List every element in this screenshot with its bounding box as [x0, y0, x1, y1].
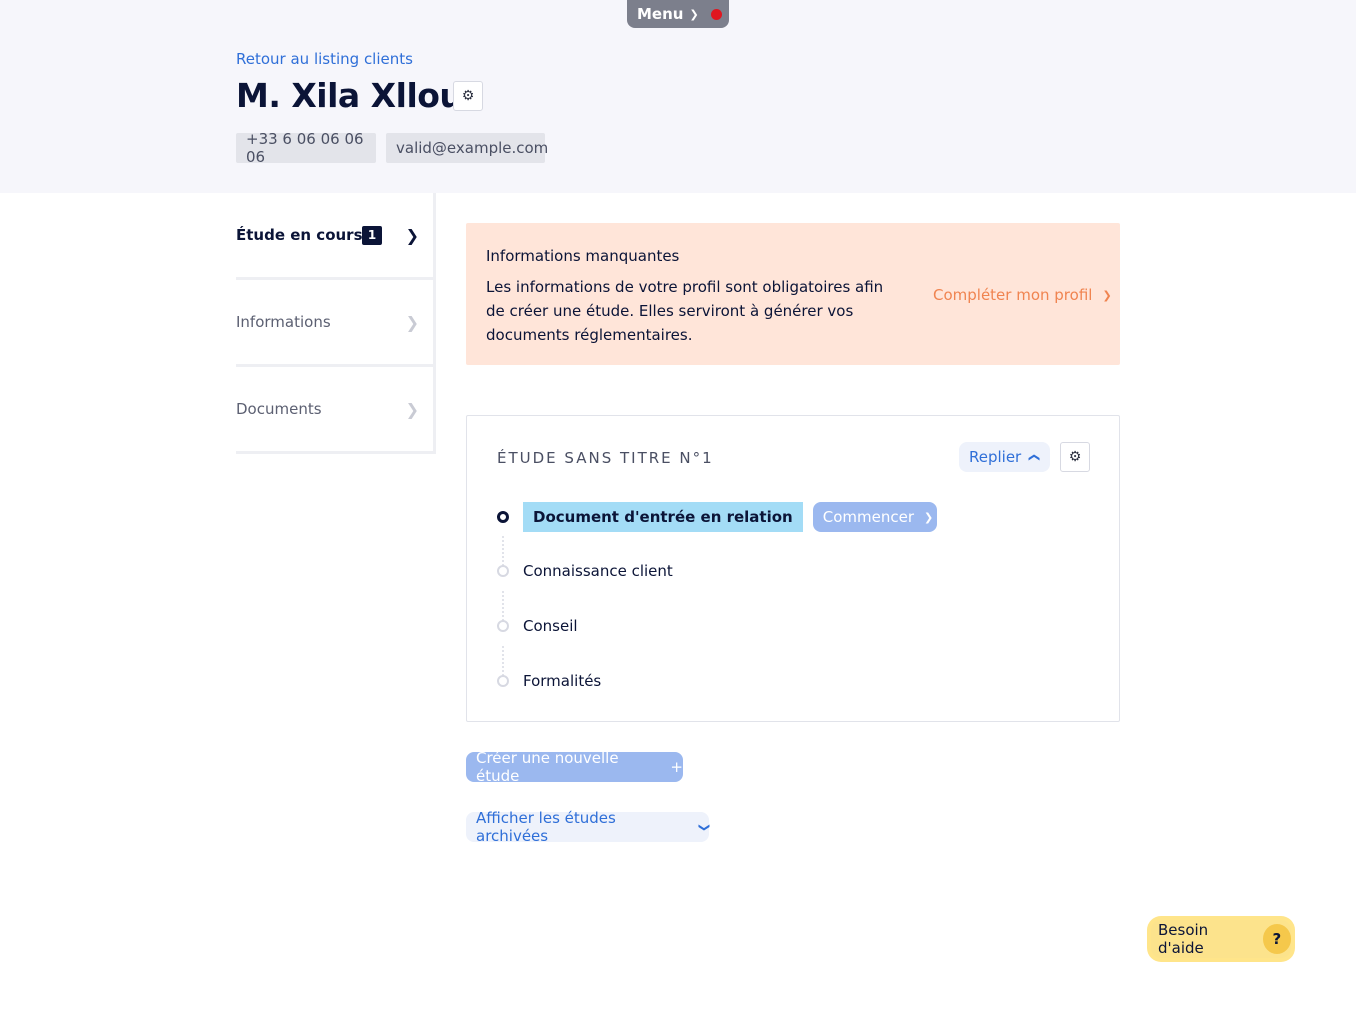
- study-settings-button[interactable]: ⚙: [1060, 442, 1090, 472]
- sidebar-item-documents[interactable]: Documents ❯: [236, 367, 433, 454]
- show-archived-label: Afficher les études archivées: [476, 809, 616, 845]
- menu-button[interactable]: Menu ❯: [627, 0, 729, 28]
- missing-info-alert: Informations manquantes Les informations…: [466, 223, 1120, 365]
- show-archived-button[interactable]: Afficher les études archivées ❯: [466, 809, 711, 845]
- study-title: ÉTUDE SANS TITRE N°1: [497, 449, 714, 467]
- collapse-button[interactable]: Replier ❯: [959, 442, 1050, 472]
- gear-icon: ⚙: [461, 88, 475, 104]
- step-label: Formalités: [523, 672, 602, 690]
- step-connaissance-client: Connaissance client: [497, 562, 673, 580]
- complete-profile-link[interactable]: Compléter mon profil ❯: [933, 286, 1112, 304]
- chevron-down-icon: ❯: [689, 7, 699, 21]
- sidebar-item-label: Étude en cours: [236, 226, 363, 244]
- step-node-icon: [497, 565, 509, 577]
- step-document-entree: Document d'entrée en relation Commencer …: [497, 502, 937, 532]
- start-label: Commencer: [822, 508, 914, 526]
- step-node-icon: [497, 620, 509, 632]
- plus-icon: +: [670, 758, 683, 776]
- new-study-label: Créer une nouvelle étude: [476, 749, 619, 785]
- chevron-right-icon: ❯: [924, 510, 934, 524]
- back-to-clients-link[interactable]: Retour au listing clients: [236, 50, 413, 68]
- complete-profile-label: Compléter mon profil: [933, 286, 1093, 304]
- client-settings-button[interactable]: ⚙: [453, 81, 483, 111]
- phone-chip: +33 6 06 06 06 06: [236, 130, 376, 166]
- gear-icon: ⚙: [1068, 449, 1082, 465]
- step-label: Connaissance client: [523, 562, 673, 580]
- help-inner: Besoin d'aide ?: [1151, 920, 1291, 958]
- chevron-right-icon: ❯: [405, 225, 419, 245]
- email-chip: valid@example.com: [386, 133, 548, 163]
- help-label: Besoin d'aide: [1158, 921, 1209, 957]
- count-badge: 1: [362, 225, 382, 245]
- menu-label: Menu: [637, 5, 684, 23]
- alert-text: Les informations de votre profil sont ob…: [486, 278, 884, 344]
- chevron-right-icon: ❯: [405, 399, 419, 419]
- sidebar-item-etude-en-cours[interactable]: Étude en cours 1 ❯: [236, 193, 433, 280]
- client-name: M. Xila Xllou: [236, 76, 463, 115]
- new-study-button[interactable]: Créer une nouvelle étude +: [466, 749, 683, 785]
- start-button[interactable]: Commencer ❯: [812, 502, 937, 532]
- step-node-icon: [497, 675, 509, 687]
- chevron-up-icon: ❯: [1027, 452, 1041, 462]
- sidebar-item-label: Documents: [236, 400, 322, 418]
- step-label: Document d'entrée en relation: [523, 502, 803, 532]
- chevron-down-icon: ❯: [697, 822, 711, 832]
- header-band: [0, 0, 1356, 193]
- sidebar-item-label: Informations: [236, 313, 331, 331]
- step-label: Conseil: [523, 617, 578, 635]
- step-node-icon: [497, 511, 509, 523]
- study-card: ÉTUDE SANS TITRE N°1 Replier ❯ ⚙ Documen…: [466, 415, 1120, 722]
- sidebar-item-informations[interactable]: Informations ❯: [236, 280, 433, 367]
- step-conseil: Conseil: [497, 617, 578, 635]
- help-button[interactable]: Besoin d'aide ?: [1147, 916, 1295, 962]
- question-icon: ?: [1262, 924, 1291, 954]
- sidebar: Étude en cours 1 ❯ Informations ❯ Docume…: [236, 193, 436, 454]
- alert-title: Informations manquantes: [486, 247, 680, 265]
- chevron-right-icon: ❯: [1102, 288, 1112, 302]
- collapse-label: Replier: [969, 448, 1022, 466]
- step-formalites: Formalités: [497, 672, 601, 690]
- notification-dot-icon: [710, 8, 722, 20]
- chevron-right-icon: ❯: [405, 312, 419, 332]
